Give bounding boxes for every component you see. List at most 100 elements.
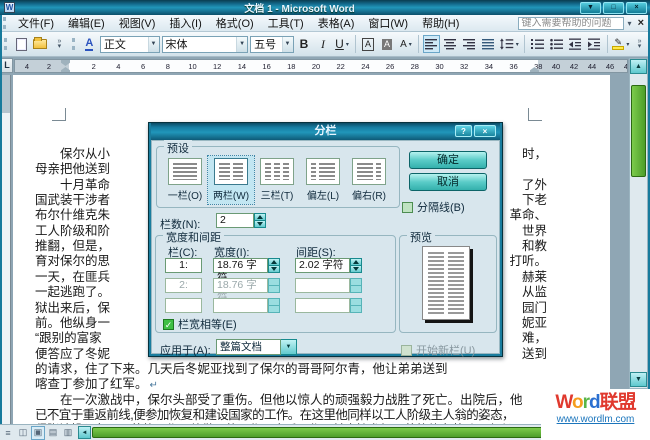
help-question-input[interactable]: 键入需要帮助的问题 bbox=[518, 17, 624, 30]
menu-item-insert[interactable]: 插入(I) bbox=[162, 17, 208, 31]
ruler-number: 26 bbox=[386, 62, 394, 71]
new-document-icon bbox=[16, 38, 27, 51]
scroll-down-button[interactable]: ▼ bbox=[630, 372, 647, 387]
view-print-layout-button[interactable]: ▣ bbox=[31, 426, 45, 440]
preset-option-2[interactable]: 两栏(W) bbox=[208, 156, 254, 204]
help-dropdown-icon[interactable]: ▾ bbox=[624, 19, 636, 28]
presets-group: 预设 一栏(O)两栏(W)三栏(T)偏左(L)偏右(R) bbox=[156, 146, 400, 208]
ruler-number: 44 bbox=[588, 62, 596, 71]
character-shading-button[interactable]: A bbox=[378, 35, 395, 53]
numbering-button[interactable] bbox=[529, 35, 546, 53]
document-line: 的请求，住了下来。几天后冬妮亚找到了保尔的哥哥阿尔青，他让弟弟送到 bbox=[35, 358, 547, 373]
italic-button[interactable]: I bbox=[315, 35, 332, 53]
left-indent-marker[interactable] bbox=[61, 71, 70, 73]
columns-dialog-titlebar[interactable]: 分栏 ? × bbox=[151, 123, 500, 140]
styles-and-formatting-button[interactable]: A bbox=[81, 35, 98, 53]
cancel-button[interactable]: 取消 bbox=[409, 173, 487, 191]
menu-item-view[interactable]: 视图(V) bbox=[112, 17, 163, 31]
wordlm-logo: Word联盟 bbox=[541, 392, 650, 414]
font-combobox[interactable]: 宋体 ▼ bbox=[162, 36, 249, 53]
menu-item-format[interactable]: 格式(O) bbox=[209, 17, 261, 31]
horizontal-scroll-thumb[interactable] bbox=[92, 427, 560, 438]
preset-label: 偏右(R) bbox=[346, 187, 392, 202]
view-normal-button[interactable]: ≡ bbox=[1, 426, 15, 440]
preset-option-3[interactable]: 三栏(T) bbox=[254, 156, 300, 204]
ruler-number: 42 bbox=[570, 62, 578, 71]
chevron-down-icon: ▼ bbox=[281, 339, 297, 355]
toolbar-overflow-button[interactable]: »▾ bbox=[51, 35, 68, 53]
align-right-button[interactable] bbox=[461, 35, 478, 53]
character-border-button[interactable]: A bbox=[359, 35, 376, 53]
line-between-checkbox[interactable] bbox=[402, 202, 413, 213]
menu-item-tools[interactable]: 工具(T) bbox=[261, 17, 311, 31]
equal-width-checkbox[interactable]: ✓ bbox=[163, 319, 174, 330]
scroll-up-button[interactable]: ▲ bbox=[630, 59, 647, 74]
ruler-number: 18 bbox=[287, 62, 295, 71]
underline-button[interactable]: U▾ bbox=[334, 35, 351, 53]
ruler-number: 4 bbox=[25, 62, 29, 71]
dialog-close-button[interactable]: × bbox=[474, 125, 496, 137]
view-web-layout-button[interactable]: ◫ bbox=[16, 426, 30, 440]
column-width-input[interactable]: 18.76 字符 bbox=[213, 258, 268, 273]
column-spacing-input[interactable]: 2.02 字符 bbox=[295, 258, 350, 273]
bold-button[interactable]: B bbox=[296, 35, 313, 53]
preview-page bbox=[422, 246, 470, 320]
vertical-scroll-thumb[interactable] bbox=[631, 85, 646, 177]
menu-item-window[interactable]: 窗口(W) bbox=[361, 17, 415, 31]
line-spacing-button[interactable]: ▾ bbox=[499, 35, 519, 53]
preset-option-1[interactable]: 一栏(O) bbox=[162, 156, 208, 204]
minimize-button[interactable]: ▼ bbox=[580, 2, 601, 14]
align-center-button[interactable] bbox=[442, 35, 459, 53]
restore-button[interactable]: □ bbox=[603, 2, 624, 14]
highlight-button[interactable]: ✎ ▾ bbox=[612, 35, 630, 53]
window-edge bbox=[0, 15, 2, 424]
ruler-number: 6 bbox=[141, 62, 145, 71]
ruler-number: 22 bbox=[337, 62, 345, 71]
character-scaling-button[interactable]: A▾ bbox=[397, 35, 414, 53]
formatting-toolbar: »▾ A 正文 ▼ 宋体 ▼ 五号 ▼ B I U▾ A A A▾ bbox=[0, 32, 650, 57]
ok-button[interactable]: 确定 bbox=[409, 151, 487, 169]
columns-dialog: 分栏 ? × 预设 一栏(O)两栏(W)三栏(T)偏左(L)偏右(R) 确定 取… bbox=[148, 122, 503, 357]
scroll-left-button[interactable]: ◄ bbox=[78, 426, 91, 439]
preset-columns-icon bbox=[214, 158, 248, 185]
menu-bar: 文件(F)编辑(E)视图(V)插入(I)格式(O)工具(T)表格(A)窗口(W)… bbox=[0, 15, 650, 32]
menu-item-help[interactable]: 帮助(H) bbox=[415, 17, 466, 31]
apply-to-combobox[interactable]: 整篇文档 ▼ bbox=[216, 339, 297, 355]
menu-item-file[interactable]: 文件(F) bbox=[11, 17, 61, 31]
preset-columns-icon bbox=[352, 158, 386, 185]
spinner[interactable] bbox=[268, 258, 280, 273]
preset-option-4[interactable]: 偏左(L) bbox=[300, 156, 346, 204]
bullets-button[interactable] bbox=[548, 35, 565, 53]
align-center-icon bbox=[444, 38, 457, 50]
open-button[interactable] bbox=[32, 35, 49, 53]
view-outline-button[interactable]: ▤ bbox=[46, 426, 60, 440]
distribute-button[interactable] bbox=[480, 35, 497, 53]
ruler-number: 16 bbox=[262, 62, 270, 71]
menu-item-edit[interactable]: 编辑(E) bbox=[61, 17, 112, 31]
spinner bbox=[350, 298, 362, 313]
increase-indent-button[interactable] bbox=[586, 35, 603, 53]
num-columns-input[interactable]: 2 bbox=[216, 213, 254, 228]
dialog-help-button[interactable]: ? bbox=[455, 125, 472, 137]
preset-option-5[interactable]: 偏右(R) bbox=[346, 156, 392, 204]
tab-selector-button[interactable]: L bbox=[1, 58, 13, 73]
menu-item-table[interactable]: 表格(A) bbox=[311, 17, 362, 31]
spin-down-icon bbox=[257, 222, 263, 226]
preset-columns-icon bbox=[260, 158, 294, 185]
new-document-button[interactable] bbox=[13, 35, 30, 53]
num-columns-spinner[interactable] bbox=[254, 213, 266, 228]
view-reading-button[interactable]: ▥ bbox=[61, 426, 75, 440]
chevron-down-icon: ▼ bbox=[236, 37, 247, 52]
style-combobox[interactable]: 正文 ▼ bbox=[100, 36, 160, 53]
ruler-number: 40 bbox=[552, 62, 560, 71]
column-spacing-input bbox=[295, 278, 350, 293]
toolbar-overflow-button[interactable]: »▾ bbox=[631, 35, 648, 53]
decrease-indent-button[interactable] bbox=[567, 35, 584, 53]
font-size-combobox[interactable]: 五号 ▼ bbox=[250, 36, 293, 53]
preset-columns-icon bbox=[168, 158, 202, 185]
align-left-button[interactable] bbox=[423, 35, 440, 53]
close-button[interactable]: × bbox=[626, 2, 647, 14]
bullets-icon bbox=[550, 38, 563, 50]
spinner[interactable] bbox=[350, 258, 362, 273]
toolbar-grip-icon bbox=[72, 38, 77, 50]
